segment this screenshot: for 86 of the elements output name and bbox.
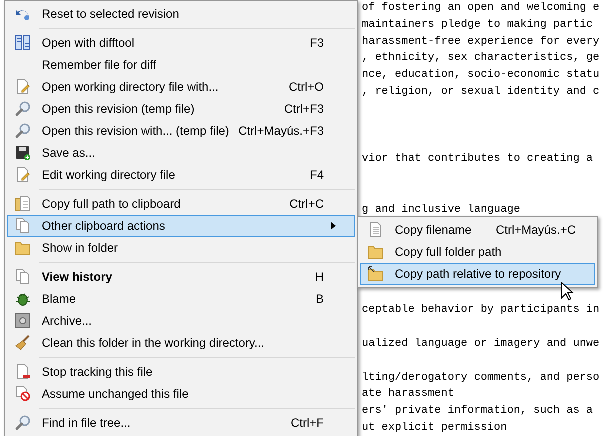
mouse-cursor-icon <box>561 282 574 301</box>
code-line: ualized language or imagery and unwe <box>362 336 601 352</box>
code-line: nce, education, socio-economic statu <box>362 68 601 84</box>
magnifier-icon <box>15 415 31 431</box>
menu-item-label: Reset to selected revision <box>42 6 180 23</box>
code-line: ate harassment <box>362 387 456 402</box>
menu-item[interactable]: View history H <box>7 266 355 288</box>
code-line: lting/derogatory comments, and perso <box>362 370 601 386</box>
menu-item[interactable]: Open this revision with... (temp file) Ctrl+Mayús.+F3 <box>7 120 355 142</box>
menu-item-label: Save as... <box>42 145 96 162</box>
shortcut-label: H <box>315 269 324 286</box>
menu-item[interactable]: Show in folder <box>7 237 355 259</box>
safe-icon <box>15 313 31 329</box>
pages-icon <box>15 218 31 234</box>
shortcut-label: Ctrl+F <box>291 415 324 432</box>
menu-item[interactable]: Other clipboard actions <box>7 215 355 237</box>
menu-item-label: Copy full folder path <box>395 244 502 261</box>
menu-item[interactable]: Clean this folder in the working directory... <box>7 332 355 354</box>
shortcut-label: Ctrl+O <box>288 79 324 96</box>
menu-item[interactable]: Copy filename Ctrl+Mayús.+C <box>360 219 595 241</box>
menu-item-label: Copy filename <box>395 222 472 239</box>
menu-item[interactable]: Copy full folder path <box>360 241 595 263</box>
menu-item[interactable]: Save as... <box>7 142 355 164</box>
menu-item[interactable]: Remember file for diff <box>7 54 355 76</box>
menu-item-label: Copy full path to clipboard <box>42 196 181 213</box>
code-line: ut explicit permission <box>362 420 508 436</box>
menu-item[interactable]: Reset to selected revision <box>7 3 355 25</box>
menu-item-label: Open this revision (temp file) <box>42 101 195 118</box>
folder-document-icon <box>15 196 31 212</box>
menu-item[interactable]: Stop tracking this file <box>7 361 355 383</box>
menu-item-label: Assume unchanged this file <box>42 386 189 403</box>
folder-icon <box>368 244 384 260</box>
menu-item-label: Stop tracking this file <box>42 364 153 381</box>
menu-item[interactable]: Blame B <box>7 288 355 310</box>
broom-icon <box>15 335 31 351</box>
menu-item-label: Copy path relative to repository <box>395 266 562 283</box>
menu-item-label: View history <box>42 269 112 286</box>
document-icon <box>368 222 384 238</box>
document-forbidden-icon <box>15 386 31 402</box>
code-line: , ethnicity, sex characteristics, ge <box>362 51 601 66</box>
document-pencil-icon <box>15 167 31 183</box>
menu-item-label: Find in file tree... <box>42 415 131 432</box>
code-line: ers' private information, such as a <box>362 404 594 420</box>
code-line: ceptable behavior by participants in <box>362 303 601 318</box>
bug-icon <box>15 291 31 307</box>
code-line: of fostering an open and welcoming e <box>362 1 601 16</box>
magnifier-icon <box>15 123 31 139</box>
menu-item[interactable]: Edit working directory file F4 <box>7 164 355 186</box>
menu-item-label: Open with difftool <box>42 35 135 52</box>
submenu-arrow-icon <box>331 222 336 230</box>
shortcut-label: Ctrl+C <box>290 196 324 213</box>
menu-item-label: Open this revision with... (temp file) <box>42 123 230 140</box>
menu-item-label: Edit working directory file <box>42 167 176 184</box>
shortcut-label: Ctrl+Mayús.+F3 <box>238 123 324 140</box>
code-line: vior that contributes to creating a <box>362 152 594 168</box>
menu-item-label: Open working directory file with... <box>42 79 219 96</box>
menu-item[interactable]: Copy path relative to repository <box>360 263 595 285</box>
folder-icon <box>15 240 31 256</box>
menu-item[interactable]: Assume unchanged this file <box>7 383 355 405</box>
shortcut-label: F3 <box>310 35 324 52</box>
menu-item[interactable]: Copy full path to clipboard Ctrl+C <box>7 193 355 215</box>
magnifier-icon <box>15 101 31 117</box>
menu-item[interactable]: Find in file tree... Ctrl+F <box>7 412 355 434</box>
menu-item-label: Blame <box>42 291 76 308</box>
shortcut-label: Ctrl+F3 <box>284 101 324 118</box>
shortcut-label: Ctrl+Mayús.+C <box>496 222 576 239</box>
code-line: , religion, or sexual identity and c <box>362 84 601 100</box>
menu-item[interactable]: Open with difftool F3 <box>7 32 355 54</box>
diff-icon <box>15 35 31 51</box>
menu-item[interactable]: Open working directory file with... Ctrl+O <box>7 76 355 98</box>
folder-arrow-icon <box>368 266 384 282</box>
menu-item-label: Archive... <box>42 313 92 330</box>
menu-item[interactable]: Archive... <box>7 310 355 332</box>
document-minus-icon <box>15 364 31 380</box>
code-line: maintainers pledge to making partic <box>362 18 594 33</box>
menu-item-label: Show in folder <box>42 240 118 257</box>
document-pencil-icon <box>15 79 31 95</box>
pages-icon <box>15 269 31 285</box>
code-line: harassment-free experience for every <box>362 34 601 50</box>
menu-item-label: Clean this folder in the working directory... <box>42 335 265 352</box>
menu-item-label: Other clipboard actions <box>42 218 166 235</box>
code-line: g and inclusive language <box>362 202 522 218</box>
shortcut-label: F4 <box>310 167 324 184</box>
menu-item[interactable]: Open this revision (temp file) Ctrl+F3 <box>7 98 355 120</box>
shortcut-label: B <box>316 291 324 308</box>
menu-item-label: Remember file for diff <box>42 57 156 74</box>
